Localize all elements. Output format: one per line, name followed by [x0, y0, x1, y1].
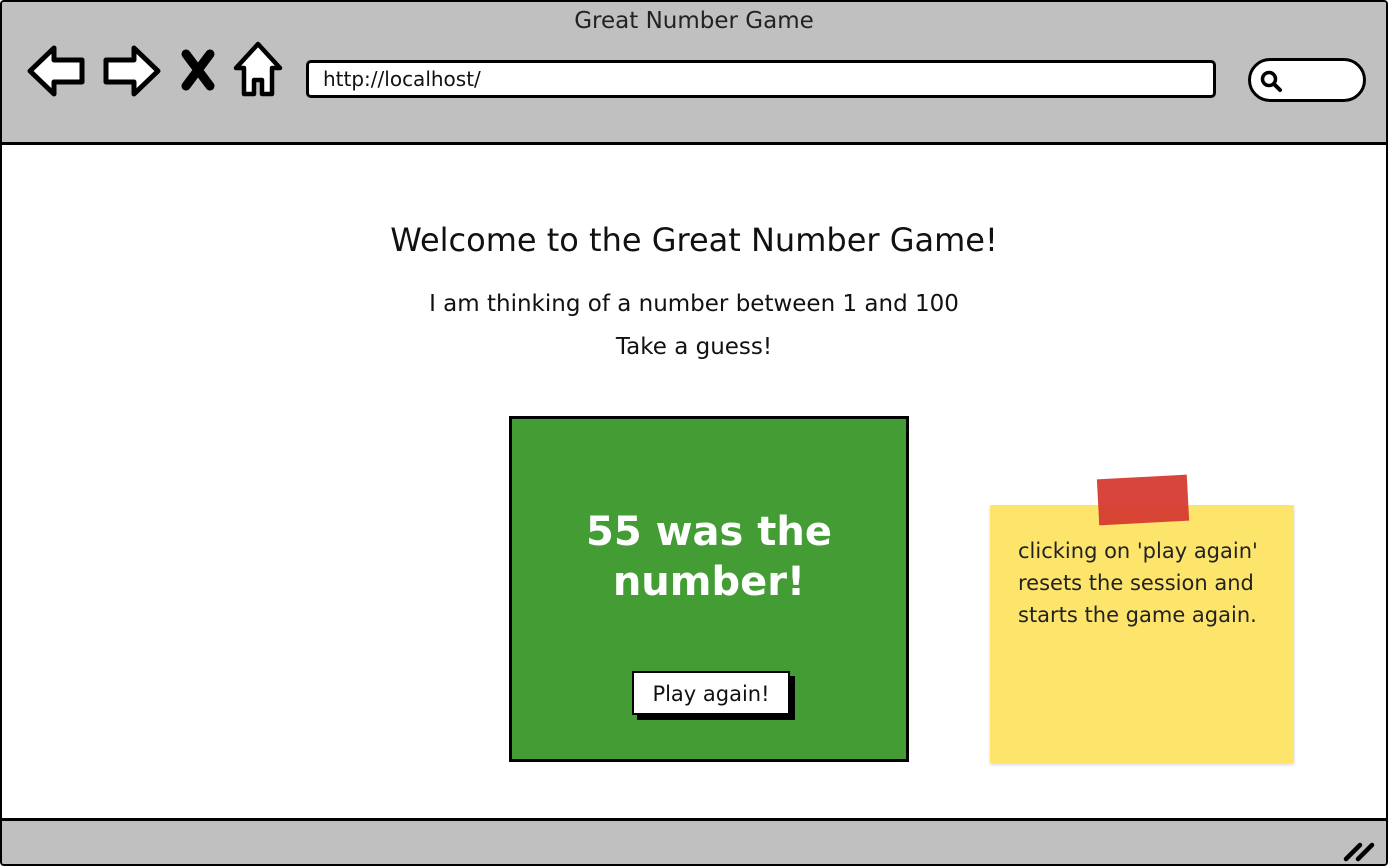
arrow-left-icon	[27, 45, 85, 97]
page-title: Welcome to the Great Number Game!	[390, 221, 998, 259]
browser-window: Great Number Game http://localhost/ Welc…	[0, 0, 1388, 866]
forward-button[interactable]	[98, 40, 162, 102]
home-button[interactable]	[228, 40, 288, 102]
browser-chrome: Great Number Game http://localhost/	[2, 2, 1386, 145]
address-bar[interactable]: http://localhost/	[306, 60, 1216, 98]
sticky-tape	[1096, 474, 1190, 526]
sticky-note-text: clicking on 'play again' resets the sess…	[1018, 539, 1258, 627]
home-icon	[233, 41, 283, 97]
search-icon	[1260, 70, 1282, 92]
status-bar	[2, 818, 1386, 864]
arrow-right-icon	[103, 45, 161, 97]
search-field[interactable]	[1248, 58, 1366, 102]
back-button[interactable]	[26, 40, 90, 102]
result-panel: 55 was the number! Play again!	[509, 416, 909, 762]
page-content: Welcome to the Great Number Game! I am t…	[2, 145, 1386, 819]
sticky-note: clicking on 'play again' resets the sess…	[990, 474, 1294, 763]
play-again-button[interactable]: Play again!	[632, 671, 790, 715]
prompt-text: Take a guess!	[615, 334, 773, 360]
window-title: Great Number Game	[574, 8, 814, 34]
resize-grip-icon[interactable]	[1342, 837, 1376, 863]
stop-button[interactable]	[170, 40, 226, 102]
close-icon	[181, 49, 215, 91]
result-message: 55 was the number!	[586, 509, 832, 605]
intro-text: I am thinking of a number between 1 and …	[429, 291, 959, 317]
